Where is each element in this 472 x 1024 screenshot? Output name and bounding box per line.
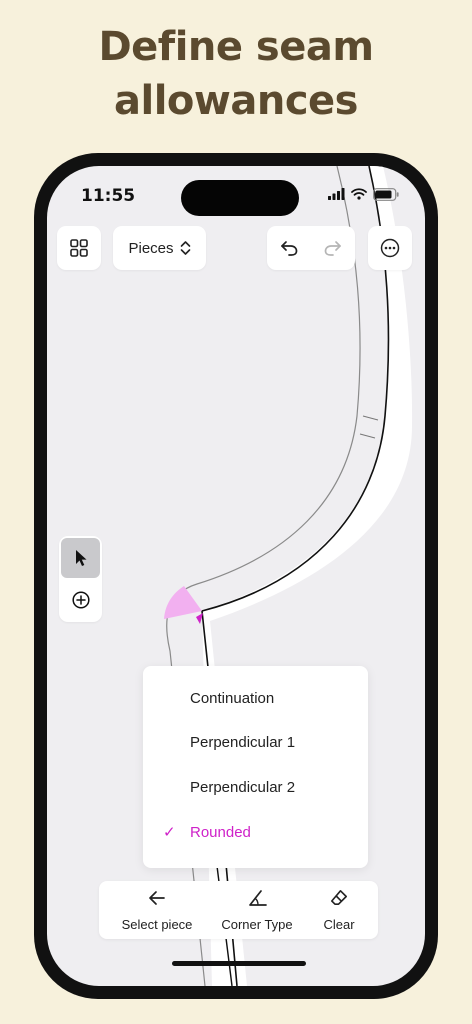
clear-button[interactable]: Clear: [311, 881, 367, 939]
tool-palette: [59, 536, 102, 622]
status-icons: [328, 186, 399, 202]
pointer-tool-button[interactable]: [61, 538, 100, 578]
menu-item-rounded[interactable]: ✓ Rounded: [143, 812, 368, 856]
bottom-action-bar: Select piece Corner Type Clear: [99, 881, 378, 939]
eraser-icon: [331, 890, 347, 905]
grid-icon: [70, 239, 88, 257]
menu-item-label: Rounded: [190, 824, 251, 841]
menu-item-label: Perpendicular 2: [190, 779, 296, 796]
checkmark-icon: ✓: [163, 824, 176, 841]
undo-icon: [281, 241, 298, 256]
corner-type-button[interactable]: Corner Type: [211, 881, 303, 939]
dynamic-island: [181, 180, 299, 216]
add-point-button[interactable]: [61, 580, 100, 620]
pieces-selector[interactable]: Pieces: [113, 226, 206, 270]
more-button[interactable]: [368, 226, 412, 270]
select-piece-label: Select piece: [121, 917, 193, 932]
home-indicator: [172, 961, 306, 966]
headline: Define seam allowances: [0, 20, 472, 128]
angle-icon: [249, 890, 267, 906]
headline-line-2: allowances: [114, 78, 358, 124]
signal-icon: [328, 188, 345, 200]
add-point-icon: [71, 591, 90, 609]
pieces-label: Pieces: [128, 239, 174, 257]
menu-item-continuation[interactable]: Continuation: [143, 678, 368, 722]
corner-highlight[interactable]: [164, 586, 202, 619]
more-icon: [380, 238, 400, 258]
chevron-up-down-icon: [180, 241, 190, 255]
redo-button[interactable]: [311, 226, 355, 270]
pointer-icon: [75, 550, 86, 566]
phone-frame: Pieces 11:55 Continuation Perpendicular …: [34, 153, 438, 999]
battery-icon: [373, 187, 399, 201]
corner-marker-icon: [196, 613, 203, 624]
undo-button[interactable]: [267, 226, 311, 270]
select-piece-button[interactable]: Select piece: [109, 881, 205, 939]
notch-mark-2: [359, 433, 376, 439]
menu-item-label: Continuation: [190, 690, 275, 707]
history-controls: [267, 226, 355, 270]
corner-type-menu: Continuation Perpendicular 1 Perpendicul…: [143, 666, 368, 868]
menu-item-perpendicular-1[interactable]: Perpendicular 1: [143, 722, 368, 766]
menu-item-perpendicular-2[interactable]: Perpendicular 2: [143, 767, 368, 811]
grid-button[interactable]: [57, 226, 101, 270]
arrow-left-icon: [149, 891, 165, 905]
headline-line-1: Define seam: [98, 24, 374, 70]
notch-mark-1: [362, 415, 379, 421]
status-time: 11:55: [81, 186, 136, 206]
corner-type-label: Corner Type: [221, 917, 293, 932]
wifi-icon: [351, 188, 367, 200]
menu-item-label: Perpendicular 1: [190, 734, 296, 751]
clear-label: Clear: [323, 917, 355, 932]
redo-icon: [324, 241, 341, 256]
app-screen: Pieces 11:55 Continuation Perpendicular …: [47, 166, 425, 986]
